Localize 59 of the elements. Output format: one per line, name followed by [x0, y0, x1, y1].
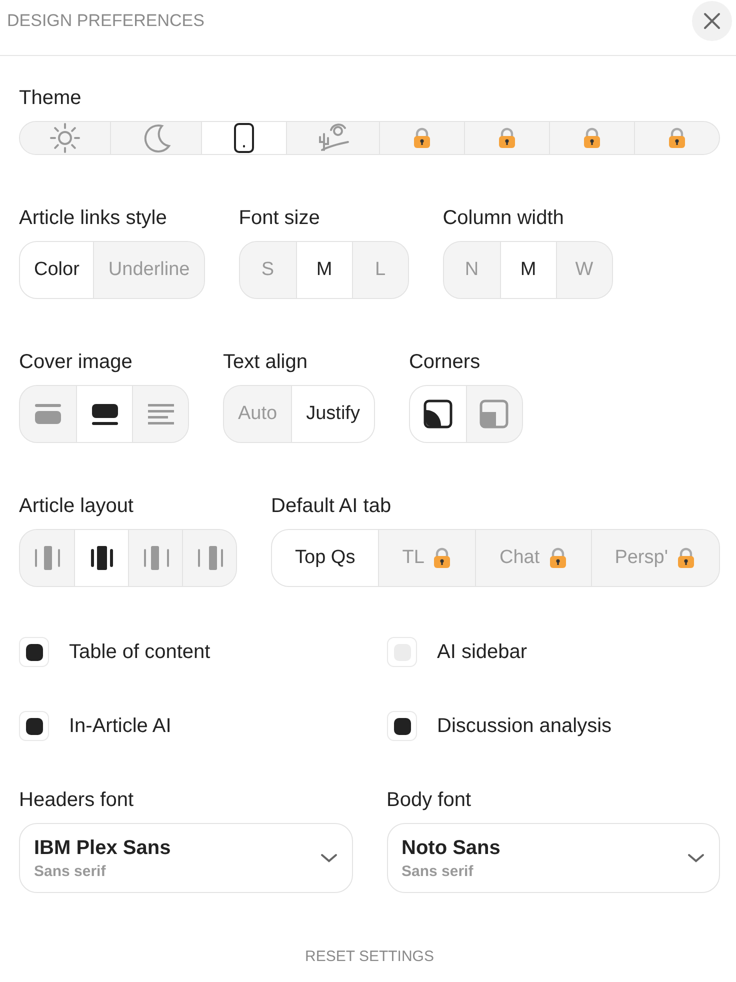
- square-corner-icon: [479, 399, 510, 429]
- font-name: IBM Plex Sans: [34, 836, 171, 860]
- close-button[interactable]: [692, 0, 732, 40]
- cover-top-icon: [90, 402, 120, 426]
- field-label: Headers font: [19, 788, 135, 813]
- dialog-title: DESIGN PREFERENCES: [7, 10, 204, 30]
- chevron-down-icon: [687, 853, 705, 863]
- reset-settings-button[interactable]: RESET SETTINGS: [299, 947, 440, 966]
- font-name: Noto Sans: [402, 836, 500, 860]
- checkbox-label: In-Article AI: [69, 714, 172, 738]
- font-select[interactable]: Noto Sans Sans serif: [386, 823, 720, 893]
- segment-option[interactable]: Top Qs: [272, 530, 378, 586]
- segment-icon-option[interactable]: [74, 530, 128, 586]
- field-label: Body font: [386, 788, 472, 813]
- group-label: Column width: [442, 206, 565, 231]
- segment-option[interactable]: W: [556, 242, 612, 298]
- chevron-down-icon: [320, 853, 338, 863]
- segment-option[interactable]: Persp': [590, 530, 719, 586]
- lock-icon: [412, 127, 432, 149]
- group-label: Corners: [408, 350, 482, 375]
- lock-icon: [667, 127, 687, 149]
- checkbox[interactable]: [19, 637, 49, 667]
- group-label: Default AI tab: [271, 494, 392, 519]
- checkbox-label: Table of content: [69, 640, 210, 664]
- segment-option[interactable]: M: [296, 242, 352, 298]
- group-label: Cover image: [19, 350, 134, 375]
- lock-icon: [582, 127, 602, 149]
- segment-icon-option[interactable]: [410, 386, 466, 442]
- close-icon: [703, 12, 721, 30]
- segment-option[interactable]: Color: [20, 242, 94, 298]
- checkbox[interactable]: [387, 711, 417, 741]
- rounded-corner-icon: [422, 399, 453, 429]
- font-category: Sans serif: [34, 862, 107, 880]
- text-lines-icon: [146, 402, 176, 426]
- phone-icon: [233, 122, 255, 154]
- group-label: Font size: [238, 206, 321, 231]
- segment-option[interactable]: M: [500, 242, 556, 298]
- lock-icon: [497, 127, 517, 149]
- group-label: Text align: [223, 350, 308, 375]
- checkbox-label: AI sidebar: [437, 640, 528, 664]
- font-select[interactable]: IBM Plex Sans Sans serif: [19, 823, 352, 893]
- segment-option[interactable]: Underline: [93, 242, 204, 298]
- segment-icon-option[interactable]: [201, 122, 286, 154]
- group-label: Article layout: [19, 494, 134, 519]
- font-category: Sans serif: [402, 862, 474, 880]
- lock-icon: [548, 547, 568, 569]
- group-label: Article links style: [19, 206, 168, 231]
- segment-icon-option[interactable]: [76, 386, 132, 442]
- column-layout-icon: [32, 544, 62, 572]
- cover-full-icon: [33, 402, 63, 426]
- segment-option[interactable]: Justify: [291, 386, 374, 442]
- checkbox-label: Discussion analysis: [437, 714, 612, 738]
- lock-icon: [676, 547, 696, 569]
- sun-icon: [49, 122, 81, 154]
- segment-option[interactable]: L: [352, 242, 408, 298]
- group-label: Theme: [19, 86, 82, 111]
- lock-icon: [432, 547, 452, 569]
- checkbox[interactable]: [19, 711, 49, 741]
- desert-icon: [316, 122, 350, 154]
